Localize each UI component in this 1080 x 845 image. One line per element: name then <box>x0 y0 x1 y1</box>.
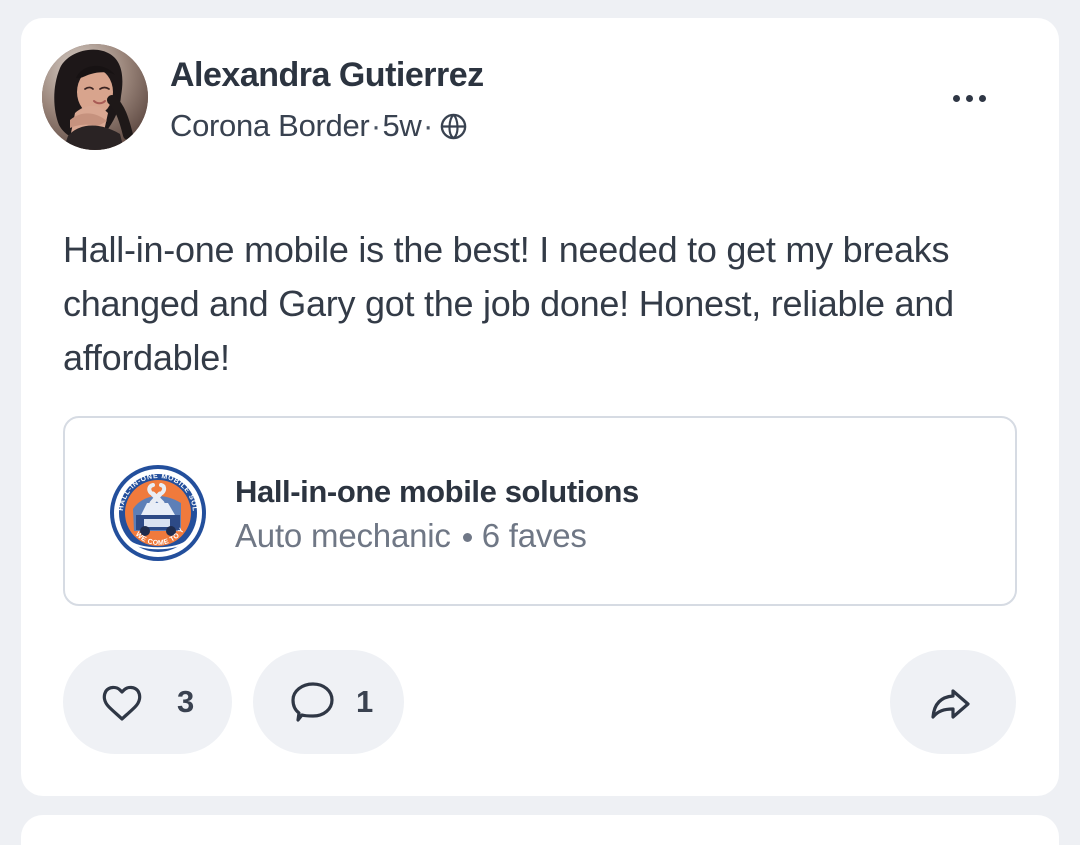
heart-icon <box>95 676 149 730</box>
globe-icon <box>438 111 469 142</box>
more-options-button[interactable] <box>942 82 996 114</box>
meta-separator: · <box>370 108 381 143</box>
comment-icon <box>285 676 339 730</box>
meta-bullet <box>462 532 472 542</box>
business-faves: 6 faves <box>481 517 587 554</box>
post-header: Alexandra Gutierrez Corona Border · 5w · <box>42 44 996 150</box>
post-time: 5w <box>382 108 422 143</box>
more-dots-icon <box>965 94 973 102</box>
author-neighborhood[interactable]: Corona Border <box>170 108 370 144</box>
post-text: Hall-in-one mobile is the best! I needed… <box>63 229 954 378</box>
meta-separator: · <box>422 108 433 143</box>
more-dots-icon <box>978 94 986 102</box>
business-meta: Auto mechanic 6 faves <box>235 517 587 555</box>
share-button[interactable] <box>890 650 1016 754</box>
business-card[interactable]: HALL-IN-ONE MOBILE SOLUTIONS WE COME TO … <box>63 416 1017 606</box>
next-post-card-edge <box>21 815 1059 845</box>
like-button[interactable]: 3 <box>63 650 232 754</box>
comment-button[interactable]: 1 <box>253 650 404 754</box>
business-category: Auto mechanic <box>235 517 451 554</box>
author-avatar[interactable] <box>42 44 148 150</box>
post-meta: Corona Border · 5w · <box>170 108 469 144</box>
author-info: Alexandra Gutierrez Corona Border · 5w · <box>170 56 820 146</box>
author-name[interactable]: Alexandra Gutierrez <box>170 56 484 95</box>
share-icon <box>924 676 978 730</box>
more-dots-icon <box>952 94 960 102</box>
like-count: 3 <box>177 684 195 719</box>
business-logo: HALL-IN-ONE MOBILE SOLUTIONS WE COME TO … <box>105 460 211 566</box>
comment-count: 1 <box>356 684 374 719</box>
business-name[interactable]: Hall-in-one mobile solutions <box>235 474 639 510</box>
